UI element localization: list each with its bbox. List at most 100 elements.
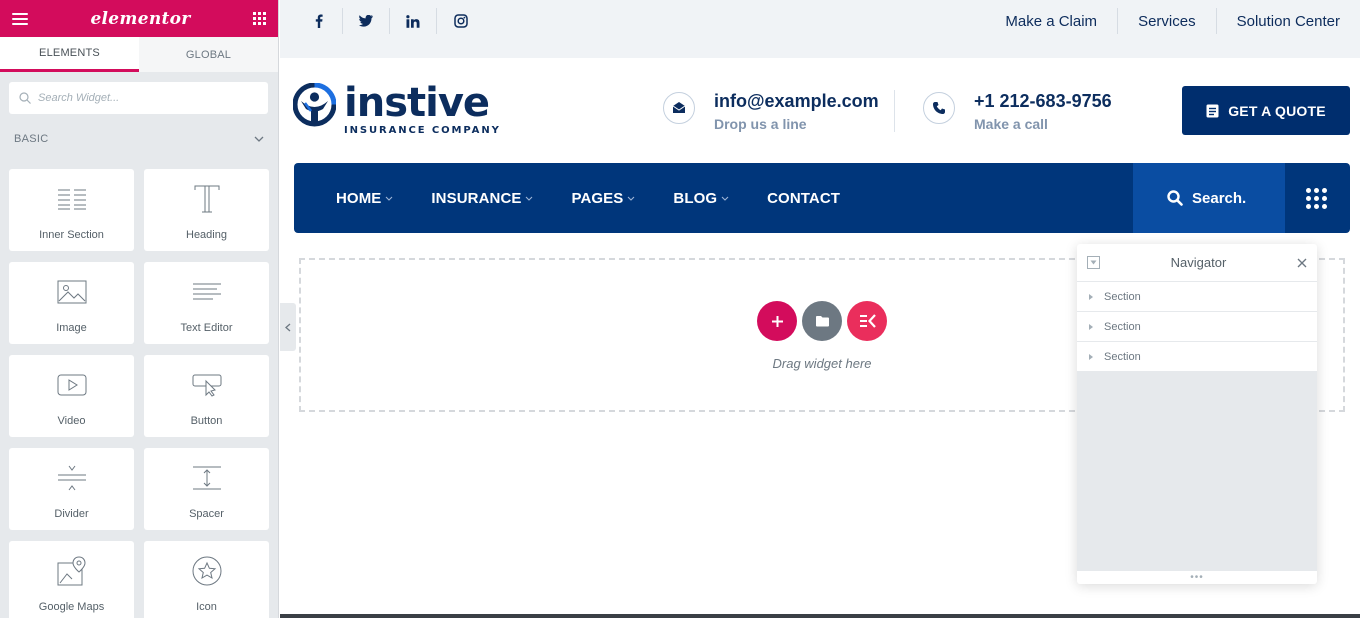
widget-label: Video <box>57 415 86 427</box>
elementor-logo: elementor <box>90 8 191 29</box>
widget-label: Text Editor <box>180 322 233 334</box>
panel-tabs: ELEMENTS GLOBAL <box>0 37 278 72</box>
widget-heading[interactable]: Heading <box>144 169 269 251</box>
linkedin-icon <box>406 14 420 28</box>
widget-google-maps[interactable]: Google Maps <box>9 541 134 618</box>
top-link-make-a-claim[interactable]: Make a Claim <box>985 8 1117 34</box>
spacer-icon <box>192 462 222 494</box>
widget-button[interactable]: Button <box>144 355 269 437</box>
envelope-icon <box>663 92 695 124</box>
navigator-panel: Navigator Section Section Section ••• <box>1077 244 1317 584</box>
plus-icon <box>771 315 783 327</box>
nav-item-contact[interactable]: CONTACT <box>767 190 840 207</box>
widgets-grid-icon[interactable] <box>252 12 266 25</box>
instagram-icon <box>453 14 468 28</box>
nav-item-insurance[interactable]: INSURANCE <box>431 190 533 207</box>
nav-item-blog[interactable]: BLOG <box>673 190 729 207</box>
facebook-icon <box>315 14 323 28</box>
widget-video[interactable]: Video <box>9 355 134 437</box>
nav-label: PAGES <box>571 189 624 207</box>
chevron-down-icon <box>721 196 729 201</box>
search-label: Search. <box>1192 189 1247 207</box>
nav-item-home[interactable]: HOME <box>336 190 393 207</box>
logo-name: instive <box>344 80 490 126</box>
twitter-icon <box>359 15 373 27</box>
widget-text-editor[interactable]: Text Editor <box>144 262 269 344</box>
widget-divider[interactable]: Divider <box>9 448 134 530</box>
widget-grid: Inner Section Heading Image Text Editor … <box>9 169 269 618</box>
navigator-header: Navigator <box>1077 244 1317 282</box>
navigator-row-section[interactable]: Section <box>1077 342 1317 372</box>
twitter-link[interactable] <box>343 8 390 34</box>
nav-label: HOME <box>336 189 382 207</box>
caret-right-icon <box>1089 293 1093 300</box>
site-topbar: Make a Claim Services Solution Center <box>280 0 1360 58</box>
facebook-link[interactable] <box>296 8 343 34</box>
category-header-basic[interactable]: BASIC <box>14 132 264 146</box>
widget-spacer[interactable]: Spacer <box>144 448 269 530</box>
nav-label: INSURANCE <box>431 189 522 207</box>
instagram-link[interactable] <box>437 8 484 34</box>
chevron-down-icon <box>254 136 264 142</box>
elementskit-library-button[interactable] <box>847 301 887 341</box>
logo-subtitle: INSURANCE COMPANY <box>344 125 501 136</box>
nav-item-pages[interactable]: PAGES <box>571 190 635 207</box>
widget-image[interactable]: Image <box>9 262 134 344</box>
widget-label: Icon <box>196 601 217 613</box>
document-icon <box>1206 104 1219 117</box>
navigator-row-section[interactable]: Section <box>1077 312 1317 342</box>
collapse-all-icon[interactable] <box>1087 256 1100 269</box>
social-links <box>296 8 484 34</box>
heading-icon <box>193 183 221 215</box>
top-link-solution-center[interactable]: Solution Center <box>1215 8 1340 34</box>
nav-search-button[interactable]: Search. <box>1133 163 1285 233</box>
close-icon[interactable] <box>1297 258 1307 268</box>
widget-label: Heading <box>186 229 227 241</box>
widget-label: Button <box>190 415 223 427</box>
caret-right-icon <box>1089 353 1093 360</box>
navigator-row-label: Section <box>1104 320 1141 333</box>
get-a-quote-button[interactable]: GET A QUOTE <box>1182 86 1350 135</box>
add-template-button[interactable] <box>802 301 842 341</box>
top-links: Make a Claim Services Solution Center <box>985 8 1340 34</box>
phone-icon <box>923 92 955 124</box>
navigator-row-section[interactable]: Section <box>1077 282 1317 312</box>
widget-label: Spacer <box>189 508 224 520</box>
widget-label: Inner Section <box>39 229 104 241</box>
top-link-services[interactable]: Services <box>1117 8 1216 34</box>
navigator-row-label: Section <box>1104 290 1141 303</box>
chevron-down-icon <box>386 196 393 201</box>
search-icon <box>19 92 31 104</box>
search-icon <box>1167 190 1183 206</box>
tab-elements[interactable]: ELEMENTS <box>0 37 139 72</box>
contact-email[interactable]: info@example.com Drop us a line <box>663 90 879 132</box>
navigator-empty-area <box>1077 372 1317 571</box>
email-address: info@example.com <box>714 91 879 111</box>
resize-handle-icon[interactable]: ••• <box>1077 571 1317 584</box>
search-widget-input[interactable] <box>38 92 258 104</box>
widget-inner-section[interactable]: Inner Section <box>9 169 134 251</box>
google-maps-icon <box>57 555 87 587</box>
video-icon <box>57 369 87 401</box>
quote-button-label: GET A QUOTE <box>1228 102 1326 119</box>
inner-section-icon <box>57 183 87 215</box>
elementskit-icon <box>859 314 876 328</box>
app-root: elementor ELEMENTS GLOBAL BASIC <box>0 0 1360 618</box>
widget-icon[interactable]: Icon <box>144 541 269 618</box>
chevron-down-icon <box>526 196 533 201</box>
panel-collapse-handle[interactable] <box>280 303 296 351</box>
chevron-down-icon <box>628 196 635 201</box>
navigator-title: Navigator <box>1170 255 1227 270</box>
menu-icon[interactable] <box>12 12 28 25</box>
contact-phone[interactable]: +1 212-683-9756 Make a call <box>923 90 1112 132</box>
apps-grid-icon[interactable] <box>1306 188 1327 209</box>
linkedin-link[interactable] <box>390 8 437 34</box>
add-section-button[interactable] <box>757 301 797 341</box>
nav-label: CONTACT <box>767 189 841 207</box>
main-navigation: HOME INSURANCE PAGES BLOG CONTACT Search… <box>294 163 1350 233</box>
drop-zone-actions <box>757 301 892 341</box>
folder-icon <box>815 316 829 327</box>
tab-global[interactable]: GLOBAL <box>139 37 278 72</box>
site-logo[interactable]: instive INSURANCE COMPANY <box>293 83 501 136</box>
umbrella-person-logo-icon <box>293 83 336 127</box>
